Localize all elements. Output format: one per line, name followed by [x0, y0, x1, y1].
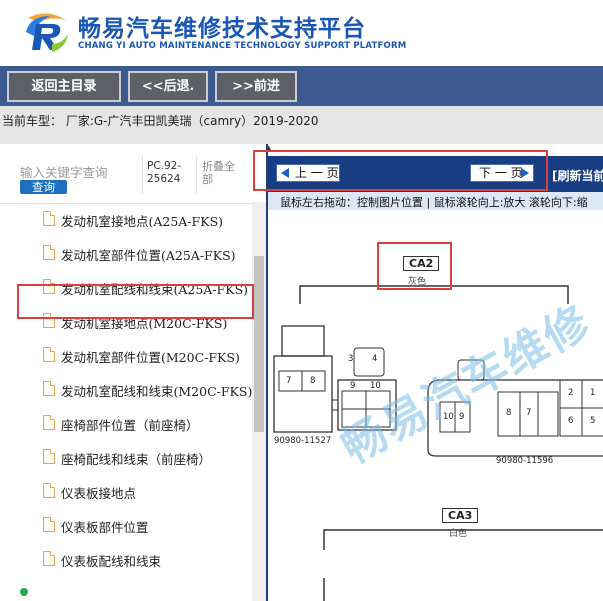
document-icon — [43, 449, 55, 464]
pc-code: PC.92-25624 — [147, 160, 182, 185]
connector-highlight — [377, 242, 452, 290]
tree-item[interactable]: 发动机室部件位置(A25A-FKS) — [0, 236, 252, 270]
refresh-button[interactable]: [刷新当前 — [552, 167, 603, 184]
forward-button[interactable]: >>前进 — [215, 71, 297, 102]
tree-item[interactable]: 座椅配线和线束（前座椅） — [0, 440, 252, 474]
app-header: 畅易汽车维修技术支持平台 CHANG YI AUTO MAINTENANCE T… — [0, 0, 603, 66]
app-subtitle: CHANG YI AUTO MAINTENANCE TECHNOLOGY SUP… — [78, 41, 407, 51]
left-panel: 输入关键字查询 查询 PC.92-25624 折叠全部 发动机室接地点(A25A… — [0, 144, 266, 601]
tree-item[interactable]: 发动机室配线和线束(M20C-FKS) — [0, 372, 252, 406]
document-icon — [43, 381, 55, 396]
hint-text: 鼠标左右拖动：控制图片位置 | 鼠标滚轮向上:放大 滚轮向下:缩 — [280, 196, 588, 209]
connector-color-ca3: 白色 — [449, 529, 468, 539]
toolbar: 返回主目录 <<后退. >>前进 — [0, 66, 603, 106]
tree-item-label: 发动机室接地点(A25A-FKS) — [61, 214, 224, 229]
folder-node-icon — [20, 588, 28, 596]
model-bar: 当前车型： 厂家:G-广汽丰田凯美瑞（camry）2019-2020 — [0, 106, 603, 144]
tree-item-label: 座椅部件位置（前座椅） — [61, 418, 199, 433]
document-icon — [43, 483, 55, 498]
tree-list: 发动机室接地点(A25A-FKS) 发动机室部件位置(A25A-FKS) 发动机… — [0, 202, 252, 601]
tree-item-label: 发动机室部件位置(A25A-FKS) — [61, 248, 236, 263]
pin-number: 7 — [286, 376, 292, 386]
divider — [142, 156, 143, 194]
tree-item[interactable]: 仪表板部件位置 — [0, 508, 252, 542]
tree-item[interactable]: 仪表板接地点 — [0, 474, 252, 508]
part-number-right: 90980-11596 — [496, 456, 554, 466]
home-button[interactable]: 返回主目录 — [7, 71, 121, 102]
pin-number: 8 — [310, 376, 316, 386]
selected-item-highlight — [17, 284, 254, 319]
document-icon — [43, 347, 55, 362]
pin-number: 2 — [568, 388, 574, 398]
part-number-left: 90980-11527 — [274, 436, 332, 446]
collapse-all-button[interactable]: 折叠全部 — [202, 160, 244, 186]
pin-number: 5 — [590, 416, 596, 426]
connector-code-ca3: CA3 — [442, 508, 479, 523]
pager-highlight — [253, 150, 548, 191]
tree-item[interactable]: 发动机室接地点(A25A-FKS) — [0, 202, 252, 236]
document-icon — [43, 415, 55, 430]
tree-scrollbar[interactable] — [252, 202, 266, 601]
tree-item-label: 仪表板接地点 — [61, 486, 137, 501]
tree-item[interactable]: 仪表板配线和线束 — [0, 542, 252, 576]
pin-number: 7 — [526, 408, 532, 418]
scrollbar-thumb[interactable] — [254, 256, 264, 432]
tree-item-label: 发动机室部件位置(M20C-FKS) — [61, 350, 240, 365]
diagram-viewer: ▲ 上 一 页 下 一 页 [刷新当前 鼠标左右拖动：控制图片位置 | 鼠标滚轮… — [266, 144, 603, 601]
pin-number: 4 — [372, 354, 378, 364]
tree-item-label: 仪表板配线和线束 — [61, 554, 162, 569]
hint-bar: 鼠标左右拖动：控制图片位置 | 鼠标滚轮向上:放大 滚轮向下:缩 — [268, 192, 603, 210]
document-icon — [43, 517, 55, 532]
divider — [196, 156, 197, 194]
pin-number: 8 — [506, 408, 512, 418]
pin-number: 9 — [350, 381, 356, 391]
pin-number: 1 — [590, 388, 596, 398]
document-icon — [43, 211, 55, 226]
logo-icon — [26, 13, 68, 52]
tree-item[interactable]: 座椅部件位置（前座椅） — [0, 406, 252, 440]
tree-item[interactable]: 发动机室部件位置(M20C-FKS) — [0, 338, 252, 372]
document-icon — [43, 551, 55, 566]
search-row: 输入关键字查询 查询 PC.92-25624 折叠全部 — [0, 144, 266, 204]
app-title: 畅易汽车维修技术支持平台 — [78, 16, 366, 42]
search-input[interactable]: 输入关键字查询 — [20, 162, 108, 181]
pin-number: 10 — [370, 381, 381, 391]
document-icon — [43, 245, 55, 260]
tree-item-label: 座椅配线和线束（前座椅） — [61, 452, 212, 467]
tree-item-label: 仪表板部件位置 — [61, 520, 149, 535]
tree-item-label: 发动机室配线和线束(M20C-FKS) — [61, 384, 252, 399]
back-button[interactable]: <<后退. — [128, 71, 208, 102]
pin-number: 3 — [348, 354, 354, 364]
search-button[interactable]: 查询 — [20, 180, 67, 194]
pin-number: 6 — [568, 416, 574, 426]
current-model-text: 当前车型： 厂家:G-广汽丰田凯美瑞（camry）2019-2020 — [2, 114, 319, 128]
